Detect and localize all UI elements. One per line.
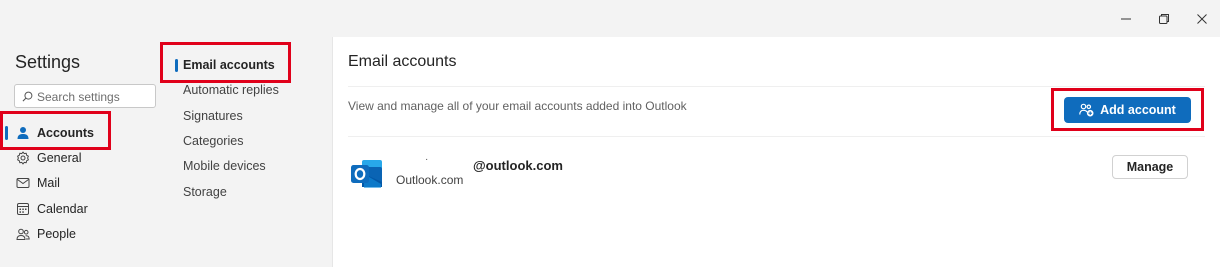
subnav-item-automatic-replies[interactable]: Automatic replies (174, 79, 332, 101)
subnav-item-label: Mobile devices (183, 159, 266, 173)
page-description: View and manage all of your email accoun… (348, 99, 687, 113)
subnav-item-label: Signatures (183, 109, 243, 123)
subnav-item-label: Categories (183, 134, 244, 148)
nav-item-label: Calendar (37, 202, 88, 216)
search-input[interactable] (37, 88, 149, 105)
subnav-item-storage[interactable]: Storage (174, 181, 332, 203)
account-email: @outlook.com (473, 158, 563, 173)
close-icon[interactable] (1190, 8, 1214, 30)
nav-item-calendar[interactable]: Calendar (0, 197, 174, 221)
settings-nav: Settings Accounts General Mail (0, 37, 174, 267)
manage-button[interactable]: Manage (1112, 155, 1188, 179)
nav-item-general[interactable]: General (0, 146, 174, 170)
gear-icon (17, 151, 29, 165)
settings-title: Settings (15, 52, 81, 72)
subnav-item-label: Storage (183, 185, 227, 199)
nav-item-label: Mail (37, 176, 60, 190)
selected-indicator (5, 126, 8, 140)
page-title: Email accounts (348, 53, 457, 70)
person-icon (17, 127, 29, 139)
people-icon (16, 228, 30, 240)
selected-indicator (175, 59, 178, 72)
subnav-item-signatures[interactable]: Signatures (174, 105, 332, 127)
account-provider: Outlook.com (396, 173, 464, 187)
account-name-dot: · (425, 154, 429, 165)
add-account-button[interactable]: Add account (1064, 97, 1191, 123)
email-accounts-panel: Email accounts View and manage all of yo… (333, 37, 1220, 267)
calendar-icon (17, 203, 29, 215)
search-settings-box[interactable] (14, 84, 156, 108)
add-person-icon (1079, 103, 1094, 117)
divider (348, 86, 1205, 87)
nav-item-mail[interactable]: Mail (0, 171, 174, 195)
nav-item-people[interactable]: People (0, 222, 174, 246)
subnav-item-label: Email accounts (183, 58, 275, 72)
subnav-item-label: Automatic replies (183, 83, 279, 97)
minimize-icon[interactable] (1114, 8, 1138, 30)
outlook-logo-icon (351, 160, 382, 188)
subnav-item-email-accounts[interactable]: Email accounts (174, 54, 332, 76)
nav-item-accounts[interactable]: Accounts (0, 121, 174, 145)
accounts-subnav: Email accounts Automatic replies Signatu… (174, 37, 333, 267)
subnav-item-categories[interactable]: Categories (174, 130, 332, 152)
nav-item-label: People (37, 227, 76, 241)
search-icon (22, 91, 33, 102)
subnav-item-mobile-devices[interactable]: Mobile devices (174, 155, 332, 177)
divider (348, 136, 1205, 137)
nav-item-label: Accounts (37, 126, 94, 140)
nav-item-label: General (37, 151, 82, 165)
title-bar (0, 0, 1220, 37)
mail-icon (16, 178, 30, 188)
restore-icon[interactable] (1152, 8, 1176, 30)
add-account-label: Add account (1100, 103, 1176, 117)
